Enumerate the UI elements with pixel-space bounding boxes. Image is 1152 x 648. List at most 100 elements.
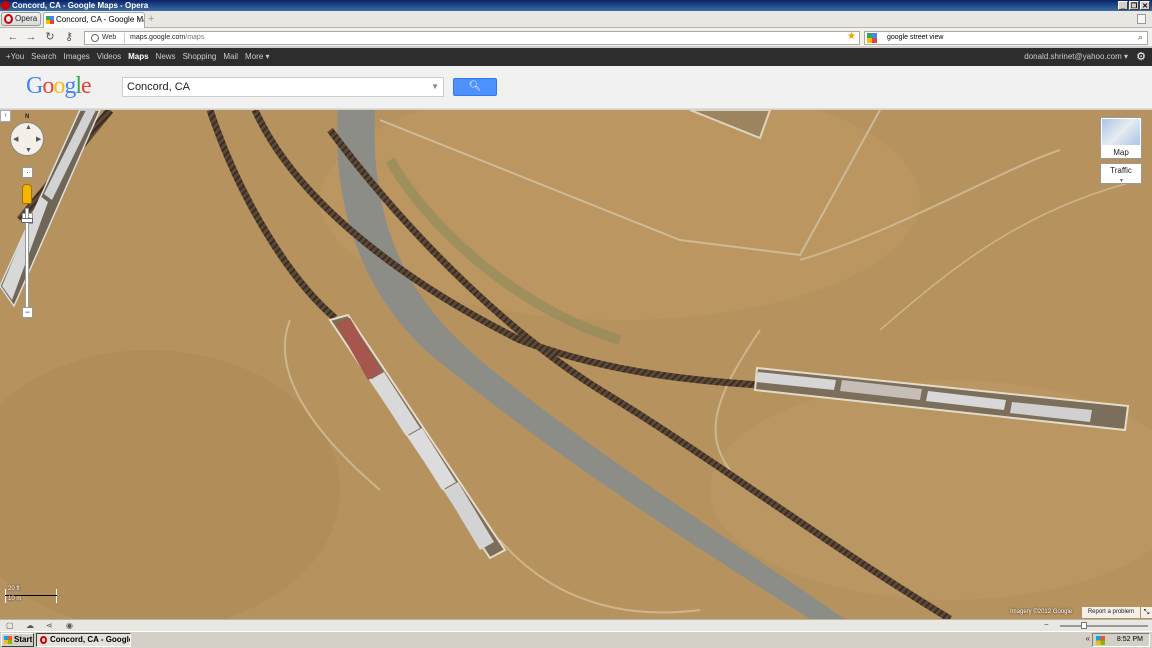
account-menu[interactable]: donald.shrinet@yahoo.com ▾ [1024,48,1128,66]
google-nav-links: +You Search Images Videos Maps News Shopping Ma… [6,48,270,66]
opera-logo-icon [4,14,13,24]
rotate-icon[interactable]: · [22,167,33,178]
google-maps-favicon-icon [46,16,54,24]
address-host: maps.google.com [130,34,186,41]
tray-expand-icon[interactable]: « [1086,634,1090,643]
satellite-map[interactable]: › N ▲ ▼ ◀ ▶ · + − Map Traffic ▼ 20 ft 10… [0,110,1152,619]
windows-logo-icon [4,636,12,644]
search-engine-query: google street view [887,34,944,41]
site-info-badge[interactable]: Web [87,33,125,43]
close-button[interactable]: ✕ [1140,1,1150,10]
pan-left-icon[interactable]: ◀ [13,135,18,143]
back-icon[interactable]: ← [6,30,20,44]
google-nav-link-shopping[interactable]: Shopping [183,48,217,66]
pan-up-icon[interactable]: ▲ [25,124,32,131]
google-nav-link-you[interactable]: +You [6,48,24,66]
panel-toggle-icon[interactable]: ▢ [6,621,15,630]
google-nav-link-images[interactable]: Images [64,48,90,66]
start-button[interactable]: Start [1,633,34,647]
maps-search-query: Concord, CA [127,81,190,93]
window-title-bar: Concord, CA - Google Maps - Opera _ ❐ ✕ [0,0,1152,11]
search-button[interactable]: 🔍︎ [453,78,497,96]
gear-icon[interactable]: ⚙ [1136,48,1146,66]
minimize-button[interactable]: _ [1118,1,1128,10]
zoom-slider-thumb[interactable] [21,218,33,223]
tab-bar: Opera Concord, CA - Google Maps × + [0,11,1152,28]
bookmark-star-icon[interactable]: ★ [847,31,856,43]
start-label: Start [14,635,33,644]
opera-icon [1,1,10,10]
opera-icon [40,636,47,644]
dropdown-arrow-icon[interactable]: ▼ [431,78,439,96]
zoom-out-icon[interactable]: − [1044,620,1049,629]
pegman-icon[interactable] [22,184,32,204]
search-icon[interactable]: ⌕ [1138,31,1143,43]
maps-search-header: Google Concord, CA ▼ 🔍︎ [0,66,1152,109]
scale-bar: 20 ft 10 m [5,586,61,604]
opera-menu-button[interactable]: Opera [1,12,41,26]
maps-search-input[interactable]: Concord, CA ▼ [122,77,444,97]
aerial-imagery [0,110,1152,619]
reload-icon[interactable]: ↻ [43,30,57,44]
share-icon[interactable]: ⋖ [46,621,55,630]
google-nav-link-search[interactable]: Search [31,48,56,66]
collapse-panel-icon[interactable]: › [0,110,11,122]
logo-letter: o [53,73,65,99]
cloud-icon[interactable]: ☁ [26,621,35,630]
scale-label-meters: 10 m [8,596,22,602]
imagery-credit: Imagery ©2012 Google [1010,609,1073,615]
speed-dial-icon[interactable]: ◉ [66,621,75,630]
windows-taskbar: Start Concord, CA - Google ... « 8:52 PM [0,631,1152,648]
google-nav-bar: +You Search Images Videos Maps News Shopping Ma… [0,48,1152,66]
scale-label-feet: 20 ft [8,586,20,592]
traffic-label: Traffic [1110,166,1132,175]
key-icon[interactable]: ⚷ [62,30,76,44]
search-engine-field[interactable]: google street view ⌕ [864,31,1148,45]
map-type-label: Map [1113,148,1129,157]
zoom-slider[interactable] [25,208,29,308]
browser-status-bar: ▢ ☁ ⋖ ◉ − [0,619,1152,631]
tab-title: Concord, CA - Google Maps [56,15,144,24]
compass-north-label: N [25,114,30,120]
report-problem-link[interactable]: Report a problem [1082,607,1140,618]
opera-menu-label: Opera [15,14,38,23]
map-type-button[interactable]: Map [1100,117,1142,159]
google-nav-link-mail[interactable]: Mail [223,48,238,66]
zoom-out-button[interactable]: − [22,307,33,318]
address-scheme-label: Web [102,34,117,41]
page-zoom-slider[interactable] [1060,625,1148,627]
logo-letter: e [81,73,92,99]
map-type-thumbnail [1102,119,1140,145]
pan-down-icon[interactable]: ▼ [25,147,32,154]
google-nav-link-news[interactable]: News [156,48,176,66]
page-zoom-knob[interactable] [1081,622,1087,629]
forward-icon[interactable]: → [24,30,38,44]
taskbar-item-label: Concord, CA - Google ... [50,635,131,644]
address-toolbar: ← → ↻ ⚷ Web maps.google.com/maps ★ googl… [0,28,1152,47]
close-tab-icon[interactable]: × [136,13,141,27]
logo-letter: o [42,73,54,99]
globe-icon [91,34,99,42]
expand-icon[interactable]: ⤡ [1141,607,1152,618]
tab-stack-icon[interactable] [1137,14,1146,24]
tab-google-maps[interactable]: Concord, CA - Google Maps × [43,12,145,28]
restore-button[interactable]: ❐ [1129,1,1139,10]
logo-letter: G [26,73,43,99]
pan-right-icon[interactable]: ▶ [36,135,41,143]
google-logo[interactable]: Google [26,73,92,100]
pan-control[interactable]: N ▲ ▼ ◀ ▶ [10,114,44,156]
search-icon: 🔍︎ [468,81,482,92]
traffic-layer-button[interactable]: Traffic ▼ [1100,163,1142,184]
google-nav-link-videos[interactable]: Videos [97,48,121,66]
window-title: Concord, CA - Google Maps - Opera [12,1,149,10]
address-path: /maps [185,34,205,41]
taskbar-item-opera[interactable]: Concord, CA - Google ... [36,633,131,647]
system-tray: 8:52 PM [1092,633,1150,647]
network-icon[interactable] [1096,636,1105,645]
clock[interactable]: 8:52 PM [1117,634,1143,646]
google-nav-link-more[interactable]: More ▾ [245,48,269,66]
new-tab-icon[interactable]: + [148,14,158,25]
google-engine-icon [867,33,877,43]
google-nav-link-maps[interactable]: Maps [128,48,148,66]
address-field[interactable]: Web maps.google.com/maps ★ [84,31,860,45]
